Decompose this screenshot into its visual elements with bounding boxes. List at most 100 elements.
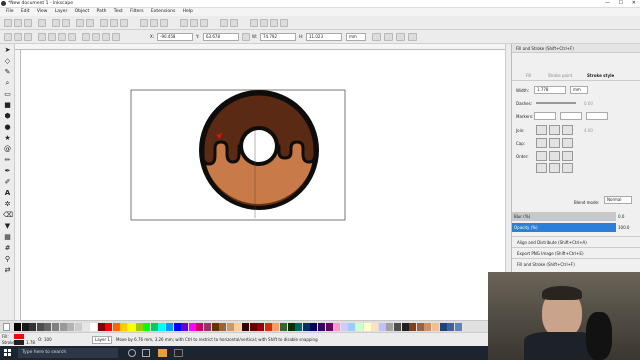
stroke-unit-select[interactable]: mm <box>570 86 588 94</box>
palette-swatch[interactable] <box>14 323 21 331</box>
palette-swatch[interactable] <box>67 323 75 331</box>
tab-stroke-style[interactable]: Stroke style <box>587 73 614 78</box>
palette-swatch[interactable] <box>234 323 242 331</box>
text-tool-icon[interactable]: A <box>3 189 12 198</box>
fill-stroke-button[interactable] <box>250 19 258 27</box>
menu-layer[interactable]: Layer <box>55 8 68 16</box>
menu-object[interactable]: Object <box>75 8 90 16</box>
palette-swatch[interactable] <box>59 323 67 331</box>
zoom-drawing-button[interactable] <box>150 19 158 27</box>
measure-tool-icon[interactable]: ▭ <box>3 90 12 99</box>
butt-cap-button[interactable] <box>536 138 547 148</box>
paste-button[interactable] <box>120 19 128 27</box>
flip-horizontal-button[interactable] <box>58 33 66 41</box>
palette-swatch[interactable] <box>424 323 432 331</box>
mid-marker-select[interactable] <box>560 112 582 120</box>
opacity-value[interactable]: 100.0 <box>618 225 629 230</box>
node-tool-icon[interactable]: ◇ <box>3 57 12 66</box>
stroke-swatch[interactable] <box>14 340 24 345</box>
palette-swatch[interactable] <box>371 323 379 331</box>
windows-start-icon[interactable] <box>4 349 12 357</box>
miter-join-button[interactable] <box>562 125 573 135</box>
square-cap-button[interactable] <box>562 138 573 148</box>
order-fill-stroke-button[interactable] <box>536 151 547 161</box>
round-cap-button[interactable] <box>549 138 560 148</box>
palette-swatch[interactable] <box>135 323 143 331</box>
palette-swatch[interactable] <box>318 323 325 331</box>
print-button[interactable] <box>38 19 46 27</box>
palette-swatch[interactable] <box>112 323 120 331</box>
mesh-tool-icon[interactable]: # <box>3 244 12 253</box>
order-markers-button[interactable] <box>562 151 573 161</box>
h-field[interactable]: 11.023 <box>306 33 342 41</box>
palette-swatch[interactable] <box>348 323 356 331</box>
bucket-tool-icon[interactable]: ▼ <box>3 222 12 231</box>
lock-proportions-icon[interactable] <box>242 33 250 41</box>
opacity-slider[interactable]: Opacity (%) <box>512 223 616 232</box>
palette-swatch[interactable] <box>378 323 386 331</box>
palette-swatch[interactable] <box>264 323 272 331</box>
palette-swatch[interactable] <box>295 323 303 331</box>
palette-swatch[interactable] <box>287 323 295 331</box>
calligraphy-tool-icon[interactable]: ✐ <box>3 178 12 187</box>
docked-align-panel[interactable]: Align and Distribute (Shift+Ctrl+A) <box>512 236 640 246</box>
palette-swatch[interactable] <box>439 323 447 331</box>
x-field[interactable]: -90.458 <box>157 33 193 41</box>
palette-swatch[interactable] <box>310 323 318 331</box>
menu-edit[interactable]: Edit <box>21 8 30 16</box>
unlink-clone-button[interactable] <box>200 19 208 27</box>
docked-export-panel[interactable]: Export PNG Image (Shift+Ctrl+E) <box>512 247 640 257</box>
transform-patterns-toggle[interactable] <box>408 33 417 41</box>
palette-swatch[interactable] <box>257 323 265 331</box>
palette-swatch[interactable] <box>44 323 52 331</box>
palette-swatch[interactable] <box>272 323 280 331</box>
select-all-button[interactable] <box>4 33 12 41</box>
palette-swatch[interactable] <box>394 323 401 331</box>
xml-editor-button[interactable] <box>270 19 278 27</box>
open-button[interactable] <box>14 19 22 27</box>
layer-select[interactable]: Layer 1 <box>92 336 112 344</box>
palette-swatch[interactable] <box>188 323 196 331</box>
palette-swatch[interactable] <box>181 323 189 331</box>
bevel-join-button[interactable] <box>536 125 547 135</box>
palette-swatch[interactable] <box>363 323 371 331</box>
palette-swatch[interactable] <box>150 323 158 331</box>
inkscape-taskbar-icon[interactable] <box>174 349 183 357</box>
blend-mode-select[interactable]: Normal <box>604 196 632 204</box>
dashes-offset[interactable]: 0.00 <box>584 101 593 106</box>
redo-button[interactable] <box>86 19 94 27</box>
export-button[interactable] <box>62 19 70 27</box>
palette-swatch[interactable] <box>82 323 90 331</box>
fill-swatch[interactable] <box>14 334 24 339</box>
task-view-icon[interactable] <box>142 349 150 357</box>
ellipse-tool-icon[interactable]: ● <box>3 123 12 132</box>
palette-swatch[interactable] <box>211 323 219 331</box>
palette-swatch[interactable] <box>409 323 417 331</box>
rectangle-tool-icon[interactable]: ■ <box>3 101 12 110</box>
palette-swatch[interactable] <box>52 323 59 331</box>
maximize-button[interactable]: ☐ <box>619 0 623 6</box>
scale-corners-toggle[interactable] <box>384 33 393 41</box>
order-markers-fill-button[interactable] <box>562 163 573 173</box>
selector-tool-icon[interactable]: ➤ <box>3 46 12 55</box>
canvas-svg[interactable] <box>21 50 505 320</box>
palette-swatch[interactable] <box>29 323 37 331</box>
palette-swatch[interactable] <box>143 323 151 331</box>
file-explorer-icon[interactable] <box>158 349 167 357</box>
round-join-button[interactable] <box>549 125 560 135</box>
save-button[interactable] <box>24 19 32 27</box>
start-marker-select[interactable] <box>534 112 556 120</box>
palette-swatch[interactable] <box>340 323 348 331</box>
dashes-preview[interactable] <box>536 102 576 104</box>
palette-swatch[interactable] <box>97 323 105 331</box>
stroke-width-value[interactable]: 1.78 <box>26 340 35 345</box>
import-button[interactable] <box>52 19 60 27</box>
y-field[interactable]: 63.678 <box>203 33 239 41</box>
flip-vertical-button[interactable] <box>68 33 76 41</box>
palette-swatch[interactable] <box>416 323 424 331</box>
palette-swatch[interactable] <box>242 323 249 331</box>
text-font-button[interactable] <box>260 19 268 27</box>
unit-select[interactable]: mm <box>346 33 366 41</box>
docked-fill-stroke-panel[interactable]: Fill and Stroke (Shift+Ctrl+F) <box>512 258 640 268</box>
palette-swatch[interactable] <box>158 323 166 331</box>
